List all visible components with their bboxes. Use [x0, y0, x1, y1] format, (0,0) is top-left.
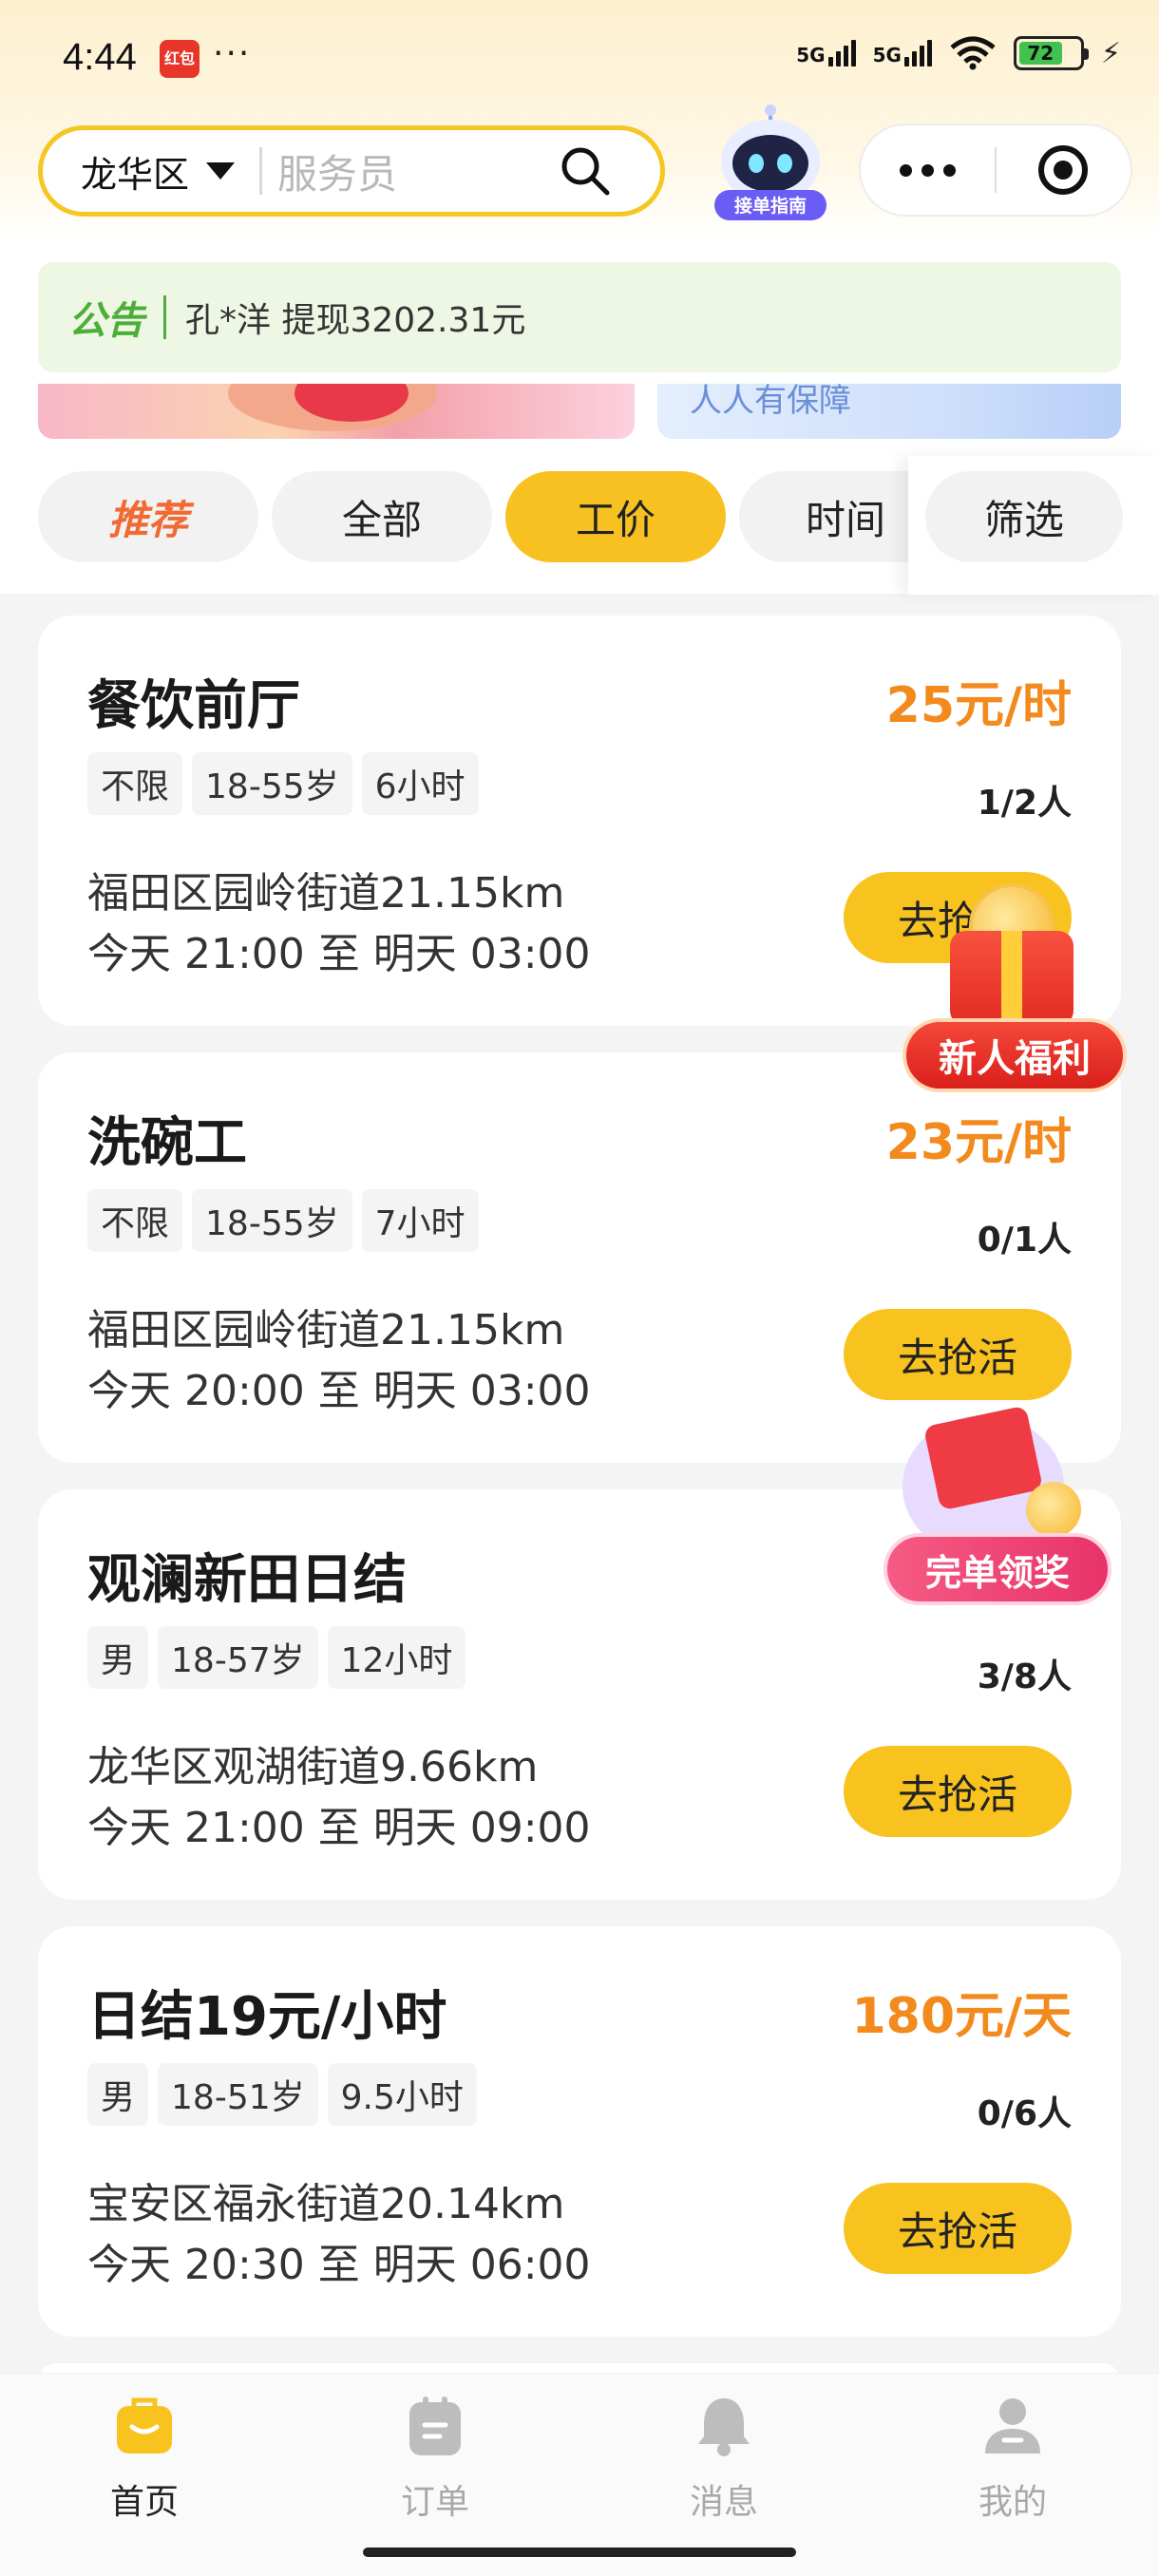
sort-tabs: 推荐 全部 工价 时间 — [38, 471, 910, 562]
profile-icon — [985, 2398, 1040, 2453]
job-location: 福田区园岭街道21.15km — [87, 1306, 565, 1354]
nav-home[interactable]: 首页 — [49, 2393, 239, 2524]
job-location: 福田区园岭街道21.15km — [87, 869, 565, 918]
announcement-text: 孔*洋 提现3202.31元 — [185, 301, 526, 340]
job-headcount: 3/8人 — [977, 1657, 1072, 1696]
briefcase-icon — [117, 2397, 172, 2453]
age-tag: 18-55岁 — [192, 1189, 352, 1252]
job-pay: 23元/时 — [885, 1114, 1072, 1171]
new-user-gift-label: 新人福利 — [902, 1018, 1127, 1092]
bottom-navigation: 首页 订单 消息 我的 — [0, 2373, 1159, 2576]
complete-reward-widget[interactable]: 完单领奖 — [884, 1358, 1112, 1605]
duration-tag: 7小时 — [361, 1189, 479, 1252]
home-indicator[interactable] — [363, 2548, 796, 2557]
bell-icon — [698, 2398, 750, 2456]
banner-right-text: 人人有保障 — [690, 384, 851, 420]
gender-tag: 男 — [87, 2063, 149, 2126]
tab-all[interactable]: 全部 — [272, 471, 492, 562]
job-tags: 男 18-57岁 12小时 — [87, 1626, 466, 1689]
job-title: 观澜新田日结 — [87, 1549, 407, 1611]
charging-icon: ⚡ — [1100, 36, 1121, 70]
gender-tag: 不限 — [87, 752, 183, 815]
job-pay: 180元/天 — [851, 1988, 1072, 2045]
search-bar[interactable]: 龙华区 服务员 — [38, 125, 665, 217]
search-divider — [259, 147, 263, 195]
job-tags: 不限 18-55岁 7小时 — [87, 1189, 479, 1252]
status-more-icon: ··· — [213, 34, 252, 73]
job-tags: 男 18-51岁 9.5小时 — [87, 2063, 477, 2126]
search-input[interactable]: 服务员 — [277, 142, 558, 200]
complete-reward-label: 完单领奖 — [884, 1533, 1112, 1605]
job-time: 今天 20:30 至 明天 06:00 — [87, 2241, 591, 2289]
signal-icon: 5G — [796, 40, 856, 66]
nav-messages[interactable]: 消息 — [629, 2393, 819, 2524]
grab-job-button[interactable]: 去抢活 — [844, 2183, 1072, 2274]
job-time: 今天 21:00 至 明天 09:00 — [87, 1804, 591, 1852]
new-user-gift-widget[interactable]: 新人福利 — [902, 874, 1130, 1092]
job-card[interactable]: 日结19元/小时 180元/天 男 18-51岁 9.5小时 0/6人 宝安区福… — [38, 1926, 1121, 2337]
close-program-icon[interactable] — [997, 145, 1130, 195]
network-type-2: 5G — [872, 44, 902, 66]
job-location: 宝安区福永街道20.14km — [87, 2180, 565, 2228]
status-indicators: 5G 5G 72 ⚡ — [796, 36, 1121, 70]
region-label: 龙华区 — [81, 153, 190, 196]
announcement-bar[interactable]: 公告 孔*洋 提现3202.31元 — [38, 262, 1121, 372]
wifi-icon — [950, 36, 996, 70]
robot-guide-icon[interactable]: 接单指南 — [709, 103, 832, 226]
gift-ribbon — [1001, 931, 1022, 1026]
battery-level: 72 — [1018, 42, 1062, 65]
tab-wage[interactable]: 工价 — [505, 471, 726, 562]
announcement-divider — [163, 295, 166, 339]
age-tag: 18-57岁 — [158, 1626, 318, 1689]
search-icon[interactable] — [558, 143, 613, 199]
job-time: 今天 20:00 至 明天 03:00 — [87, 1367, 591, 1415]
nav-messages-label: 消息 — [689, 2483, 758, 2522]
job-title: 餐饮前厅 — [87, 675, 300, 737]
gender-tag: 男 — [87, 1626, 149, 1689]
tab-time[interactable]: 时间 — [739, 471, 910, 562]
order-icon — [409, 2396, 461, 2455]
caret-down-icon — [206, 162, 236, 180]
filter-container: 筛选 — [908, 456, 1159, 595]
mini-program-capsule — [859, 123, 1132, 217]
status-time: 4:44 — [63, 36, 137, 78]
job-title: 日结19元/小时 — [87, 1986, 447, 2048]
duration-tag: 12小时 — [327, 1626, 466, 1689]
job-pay: 25元/时 — [885, 677, 1072, 734]
coin-icon — [1026, 1482, 1081, 1537]
job-tags: 不限 18-55岁 6小时 — [87, 752, 479, 815]
nav-profile-label: 我的 — [978, 2483, 1047, 2522]
more-menu-icon[interactable] — [861, 163, 995, 177]
announcement-label: 公告 — [68, 299, 144, 343]
signal-icon-2: 5G — [873, 40, 932, 66]
age-tag: 18-51岁 — [158, 2063, 318, 2126]
promo-banner-right[interactable]: 人人有保障 — [657, 384, 1121, 439]
job-headcount: 0/6人 — [977, 2094, 1072, 2133]
grab-job-button[interactable]: 去抢活 — [844, 1746, 1072, 1837]
filter-button[interactable]: 筛选 — [925, 471, 1123, 562]
nav-orders-label: 订单 — [400, 2483, 469, 2522]
job-headcount: 0/1人 — [977, 1221, 1072, 1260]
age-tag: 18-55岁 — [192, 752, 352, 815]
job-headcount: 1/2人 — [977, 784, 1072, 823]
tab-recommend[interactable]: 推荐 — [38, 471, 258, 562]
battery-icon: 72 — [1013, 36, 1089, 70]
gender-tag: 不限 — [87, 1189, 183, 1252]
promo-banner-left[interactable] — [38, 384, 635, 439]
network-type: 5G — [796, 44, 826, 66]
duration-tag: 6小时 — [361, 752, 479, 815]
job-location: 龙华区观湖街道9.66km — [87, 1743, 539, 1791]
robot-guide-label: 接单指南 — [734, 195, 807, 217]
job-title: 洗碗工 — [87, 1112, 247, 1174]
job-time: 今天 21:00 至 明天 03:00 — [87, 930, 591, 978]
status-bar: 4:44 红包 ··· 5G 5G 72 ⚡ — [0, 0, 1159, 114]
nav-orders[interactable]: 订单 — [340, 2393, 530, 2524]
app-notification-icon: 红包 — [160, 40, 200, 78]
nav-profile[interactable]: 我的 — [918, 2393, 1108, 2524]
duration-tag: 9.5小时 — [327, 2063, 477, 2126]
region-selector[interactable]: 龙华区 — [43, 145, 236, 198]
nav-home-label: 首页 — [109, 2483, 179, 2522]
